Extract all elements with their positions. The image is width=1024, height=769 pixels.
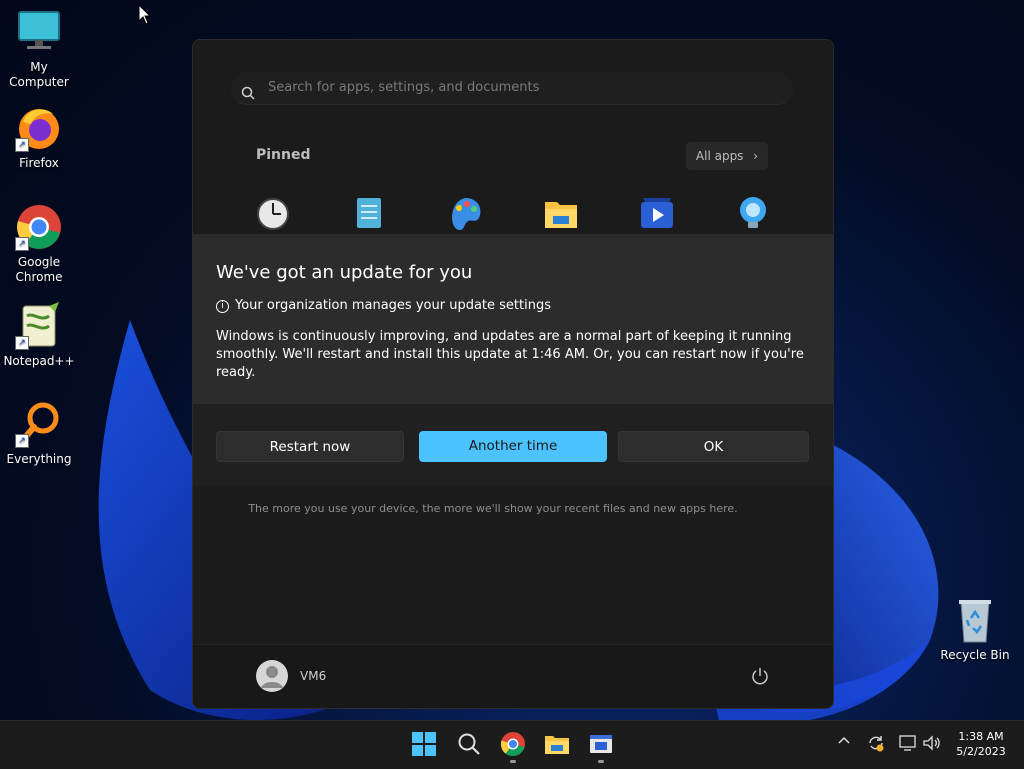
search-placeholder: Search for apps, settings, and documents	[268, 80, 540, 95]
desktop-icon-recycle-bin[interactable]: Recycle Bin	[937, 596, 1013, 663]
desktop-icon-everything[interactable]: ↗ Everything	[1, 400, 77, 467]
desktop-icon-chrome[interactable]: ↗ Google Chrome	[1, 203, 77, 285]
running-indicator	[598, 760, 604, 763]
restart-now-button[interactable]: Restart now	[216, 431, 404, 462]
shortcut-arrow-icon: ↗	[15, 434, 29, 448]
dialog-actions: Restart now Another time OK	[193, 404, 833, 486]
user-icon	[261, 666, 283, 688]
shortcut-arrow-icon: ↗	[15, 138, 29, 152]
desktop-icon-label: Everything	[6, 452, 72, 466]
power-icon	[752, 668, 768, 685]
desktop-icon-label: Notepad++	[3, 354, 75, 368]
chevron-right-icon: ›	[753, 149, 759, 163]
desktop-icon-label: Firefox	[19, 156, 59, 170]
desktop-icon-label: My Computer	[9, 60, 69, 89]
start-menu: Search for apps, settings, and documents…	[192, 39, 834, 709]
chrome-icon	[500, 732, 525, 757]
volume-tray-button[interactable]	[922, 733, 942, 757]
ok-button[interactable]: OK	[618, 431, 809, 462]
user-name[interactable]: VM6	[300, 669, 326, 683]
network-tray-button[interactable]	[898, 733, 918, 757]
clock-date: 5/2/2023	[956, 745, 1006, 758]
pinned-title: Pinned	[256, 147, 311, 163]
magnifier-icon: ↗	[15, 400, 63, 448]
app-window-icon	[590, 735, 612, 753]
desktop-icon-firefox[interactable]: ↗ Firefox	[1, 104, 77, 171]
notepad-icon	[357, 198, 381, 228]
all-apps-label: All apps	[695, 149, 744, 163]
desktop-icon-label: Recycle Bin	[940, 648, 1010, 662]
pinned-app-movies-tv[interactable]	[637, 190, 677, 234]
clock-time: 1:38 AM	[958, 730, 1004, 743]
all-apps-button[interactable]: All apps ›	[686, 142, 768, 170]
windows-logo-icon	[412, 732, 436, 756]
pinned-app-clock[interactable]	[253, 190, 293, 234]
pinned-app-file-explorer[interactable]	[541, 190, 581, 234]
monitor-icon	[15, 8, 63, 56]
desktop-icon-label: Google Chrome	[15, 255, 63, 284]
tips-icon	[740, 197, 766, 228]
taskbar-app-window[interactable]	[588, 731, 614, 757]
avatar[interactable]	[256, 660, 288, 692]
folder-icon	[545, 736, 569, 754]
start-menu-footer: VM6	[193, 644, 833, 708]
desktop-icon-my-computer[interactable]: My Computer	[1, 8, 77, 90]
pinned-app-notepad[interactable]	[349, 190, 389, 234]
network-icon	[899, 735, 916, 751]
firefox-icon: ↗	[15, 104, 63, 152]
org-notice-text: Your organization manages your update se…	[235, 298, 551, 313]
pinned-app-paint[interactable]	[445, 190, 485, 234]
desktop-icon-notepadpp[interactable]: ↗ Notepad++	[1, 302, 77, 369]
clock[interactable]: 1:38 AM 5/2/2023	[948, 729, 1014, 759]
show-hidden-icons-button[interactable]	[836, 733, 852, 753]
info-icon: i	[216, 300, 229, 313]
notepadpp-icon: ↗	[15, 302, 63, 350]
movies-icon	[641, 198, 673, 228]
speaker-icon	[923, 735, 940, 751]
search-icon	[241, 81, 255, 113]
taskbar-chrome[interactable]	[500, 731, 526, 757]
power-button[interactable]	[750, 666, 770, 690]
clock-icon	[257, 198, 289, 230]
search-box[interactable]: Search for apps, settings, and documents	[231, 72, 793, 105]
sync-tray-button[interactable]	[866, 733, 886, 757]
chrome-icon: ↗	[15, 203, 63, 251]
search-icon	[458, 733, 480, 755]
recycle-bin-icon	[951, 596, 999, 644]
recent-files-message: The more you use your device, the more w…	[248, 502, 738, 515]
dialog-title: We've got an update for you	[216, 262, 473, 283]
mouse-cursor-icon	[138, 4, 152, 25]
shortcut-arrow-icon: ↗	[15, 237, 29, 251]
pinned-app-tips[interactable]	[733, 190, 773, 234]
dialog-body: Windows is continuously improving, and u…	[216, 329, 804, 380]
start-menu-top: Search for apps, settings, and documents…	[193, 40, 833, 235]
sync-icon	[869, 736, 884, 752]
start-button[interactable]	[411, 731, 437, 757]
paint-icon	[452, 198, 481, 230]
taskbar: 1:38 AM 5/2/2023	[0, 720, 1024, 769]
search-button[interactable]	[456, 731, 482, 757]
org-notice: i Your organization manages your update s…	[216, 298, 551, 313]
update-dialog: We've got an update for you i Your organi…	[193, 234, 833, 404]
running-indicator	[510, 760, 516, 763]
another-time-button[interactable]: Another time	[419, 431, 607, 462]
taskbar-file-explorer[interactable]	[544, 731, 570, 757]
chevron-up-icon	[838, 736, 850, 744]
shortcut-arrow-icon: ↗	[15, 336, 29, 350]
folder-icon	[545, 202, 577, 228]
